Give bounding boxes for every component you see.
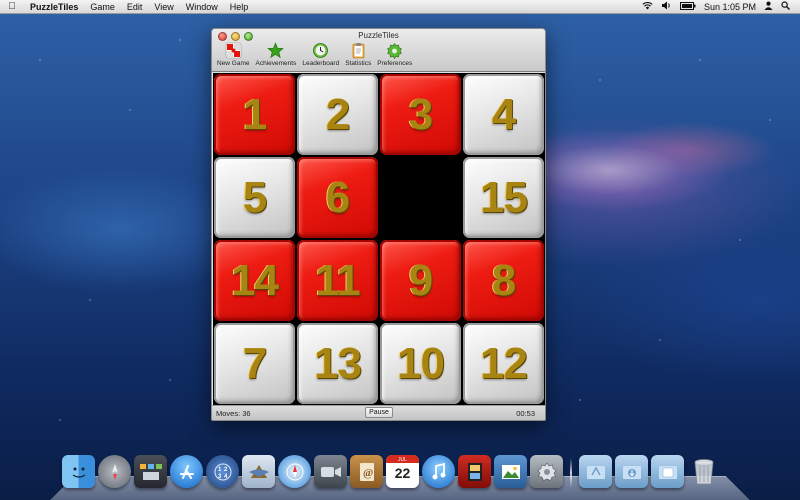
battery-icon[interactable] xyxy=(676,0,700,14)
leaderboard-button[interactable]: Leaderboard xyxy=(299,42,342,67)
calendar-day: 22 xyxy=(394,465,411,481)
safari-icon[interactable] xyxy=(278,455,311,488)
achievements-button[interactable]: Achievements xyxy=(253,42,300,67)
puzzletiles-window: PuzzleTiles New Game Achievements Leader… xyxy=(211,28,546,421)
tile-10[interactable]: 10 xyxy=(380,323,461,404)
new-game-icon xyxy=(225,42,242,59)
clipboard-icon xyxy=(352,43,365,59)
menu-game[interactable]: Game xyxy=(84,0,121,14)
statistics-label: Statistics xyxy=(345,60,372,67)
dock: 1234 @ JUL 22 xyxy=(62,452,720,488)
tile-4[interactable]: 4 xyxy=(463,74,544,155)
tile-8[interactable]: 8 xyxy=(463,240,544,321)
finder-icon[interactable] xyxy=(62,455,95,488)
documents-folder-icon[interactable] xyxy=(651,455,684,488)
tile-9[interactable]: 9 xyxy=(380,240,461,321)
tile-2[interactable]: 2 xyxy=(297,74,378,155)
facetime-icon[interactable] xyxy=(314,455,347,488)
menu-edit[interactable]: Edit xyxy=(121,0,149,14)
volume-icon[interactable] xyxy=(657,0,676,14)
tile-3[interactable]: 3 xyxy=(380,74,461,155)
status-bar: Moves: 36 Pause 00:53 xyxy=(212,405,545,420)
svg-text:1: 1 xyxy=(218,467,222,473)
wifi-icon[interactable] xyxy=(638,0,657,14)
star-icon xyxy=(267,42,285,59)
moves-counter: Moves: 36 xyxy=(216,409,251,418)
menu-extras: Sun 1:05 PM xyxy=(638,0,800,14)
window-toolbar: New Game Achievements Leaderboard Statis… xyxy=(214,42,415,67)
puzzle-board: 1 2 3 4 5 6 15 14 11 9 8 7 13 10 12 xyxy=(213,73,545,405)
svg-text:3: 3 xyxy=(218,474,222,480)
tile-13[interactable]: 13 xyxy=(297,323,378,404)
launchpad-icon[interactable] xyxy=(98,455,131,488)
tile-14[interactable]: 14 xyxy=(214,240,295,321)
achievements-label: Achievements xyxy=(255,60,297,67)
menu-bar:  PuzzleTiles Game Edit View Window Help… xyxy=(0,0,800,14)
address-book-icon[interactable]: @ xyxy=(350,455,383,488)
preferences-button[interactable]: Preferences xyxy=(374,42,415,67)
tile-1[interactable]: 1 xyxy=(214,74,295,155)
menu-view[interactable]: View xyxy=(148,0,179,14)
preferences-label: Preferences xyxy=(377,60,413,67)
itunes-icon[interactable] xyxy=(422,455,455,488)
pause-button[interactable]: Pause xyxy=(365,407,393,418)
app-store-icon[interactable] xyxy=(170,455,203,488)
downloads-folder-icon[interactable] xyxy=(615,455,648,488)
trash-icon[interactable] xyxy=(687,455,720,488)
svg-text:2: 2 xyxy=(224,467,228,473)
statistics-button[interactable]: Statistics xyxy=(342,42,374,67)
leaderboard-label: Leaderboard xyxy=(302,60,340,67)
tile-7[interactable]: 7 xyxy=(214,323,295,404)
tile-15[interactable]: 15 xyxy=(463,157,544,238)
new-game-label: New Game xyxy=(217,60,250,67)
iphoto-icon[interactable] xyxy=(494,455,527,488)
system-preferences-icon[interactable] xyxy=(530,455,563,488)
mail-icon[interactable] xyxy=(242,455,275,488)
dock-separator xyxy=(570,458,572,488)
clock-icon xyxy=(313,43,329,58)
user-icon[interactable] xyxy=(760,0,777,14)
menu-clock[interactable]: Sun 1:05 PM xyxy=(700,0,760,14)
photo-booth-icon[interactable] xyxy=(458,455,491,488)
apple-menu-icon[interactable]:  xyxy=(0,1,24,12)
menu-app-name[interactable]: PuzzleTiles xyxy=(24,0,84,14)
new-game-button[interactable]: New Game xyxy=(214,42,253,67)
window-title: PuzzleTiles xyxy=(358,31,399,40)
tile-6[interactable]: 6 xyxy=(297,157,378,238)
tile-12[interactable]: 12 xyxy=(463,323,544,404)
spotlight-search-icon[interactable] xyxy=(777,0,794,14)
game-timer: 00:53 xyxy=(516,409,535,418)
gear-icon xyxy=(387,43,403,59)
calendar-icon[interactable]: JUL 22 xyxy=(386,455,419,488)
calendar-month: JUL xyxy=(398,457,407,463)
tile-11[interactable]: 11 xyxy=(297,240,378,321)
empty-slot xyxy=(380,157,461,238)
window-titlebar[interactable]: PuzzleTiles New Game Achievements Leader… xyxy=(212,29,545,72)
svg-text:@: @ xyxy=(363,467,373,479)
mission-control-icon[interactable] xyxy=(134,455,167,488)
dashboard-icon[interactable]: 1234 xyxy=(206,455,239,488)
tile-5[interactable]: 5 xyxy=(214,157,295,238)
menu-window[interactable]: Window xyxy=(180,0,224,14)
menu-help[interactable]: Help xyxy=(224,0,255,14)
applications-folder-icon[interactable] xyxy=(579,455,612,488)
